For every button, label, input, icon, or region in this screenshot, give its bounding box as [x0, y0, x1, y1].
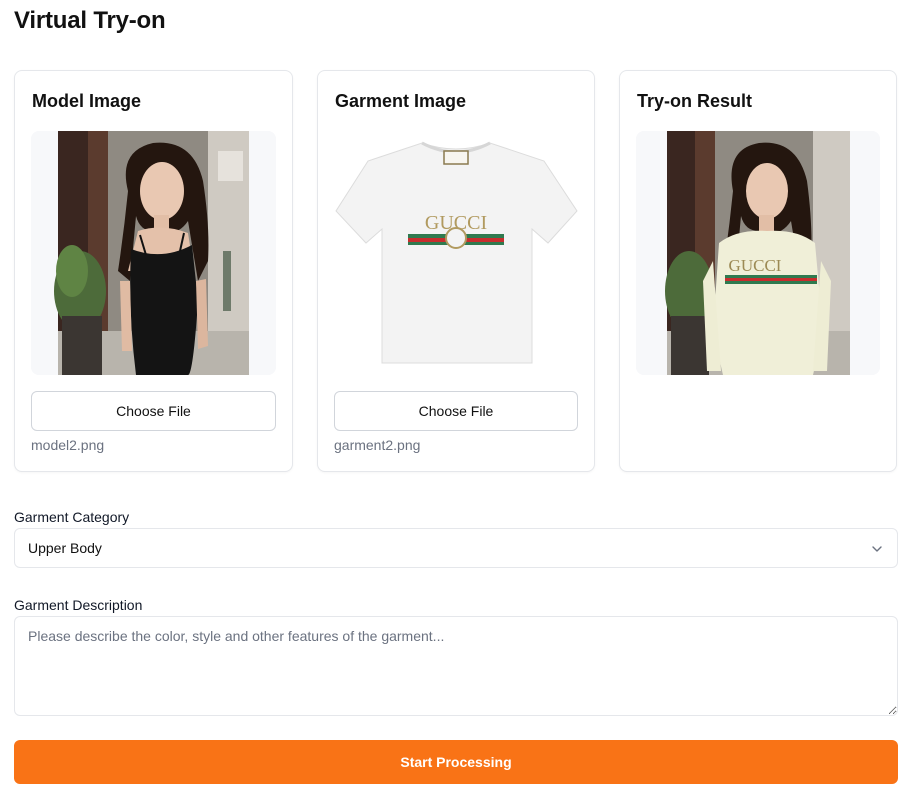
- garment-category-value: Upper Body: [28, 540, 102, 556]
- garment-file-name: garment2.png: [334, 437, 421, 453]
- garment-description-input[interactable]: [14, 616, 898, 716]
- garment-choose-file-button[interactable]: Choose File: [334, 391, 578, 431]
- garment-photo: GUCCI: [334, 131, 578, 375]
- model-image-preview: [31, 131, 276, 375]
- model-photo: [31, 131, 276, 375]
- page-title: Virtual Try-on: [14, 7, 166, 34]
- model-image-card: Model Image Choose File model2.png: [14, 70, 293, 472]
- start-processing-button[interactable]: Start Processing: [14, 740, 898, 784]
- garment-category-select[interactable]: Upper Body: [14, 528, 898, 568]
- result-photo: GUCCI: [636, 131, 880, 375]
- tryon-result-title: Try-on Result: [637, 91, 753, 111]
- chevron-down-icon: [872, 546, 882, 552]
- garment-description-label: Garment Description: [14, 597, 143, 613]
- model-file-name: model2.png: [31, 437, 105, 453]
- result-shirt-text: GUCCI: [729, 256, 782, 275]
- model-image-title: Model Image: [32, 91, 142, 111]
- tryon-result-card: Try-on Result GUCCI: [619, 70, 897, 472]
- garment-image-card: Garment Image GUCCI Choose File garment2…: [317, 70, 595, 472]
- garment-image-preview: GUCCI: [334, 131, 578, 375]
- tryon-result-preview: GUCCI: [636, 131, 880, 375]
- garment-category-label: Garment Category: [14, 509, 130, 525]
- model-choose-file-button[interactable]: Choose File: [31, 391, 276, 431]
- garment-image-title: Garment Image: [335, 91, 467, 111]
